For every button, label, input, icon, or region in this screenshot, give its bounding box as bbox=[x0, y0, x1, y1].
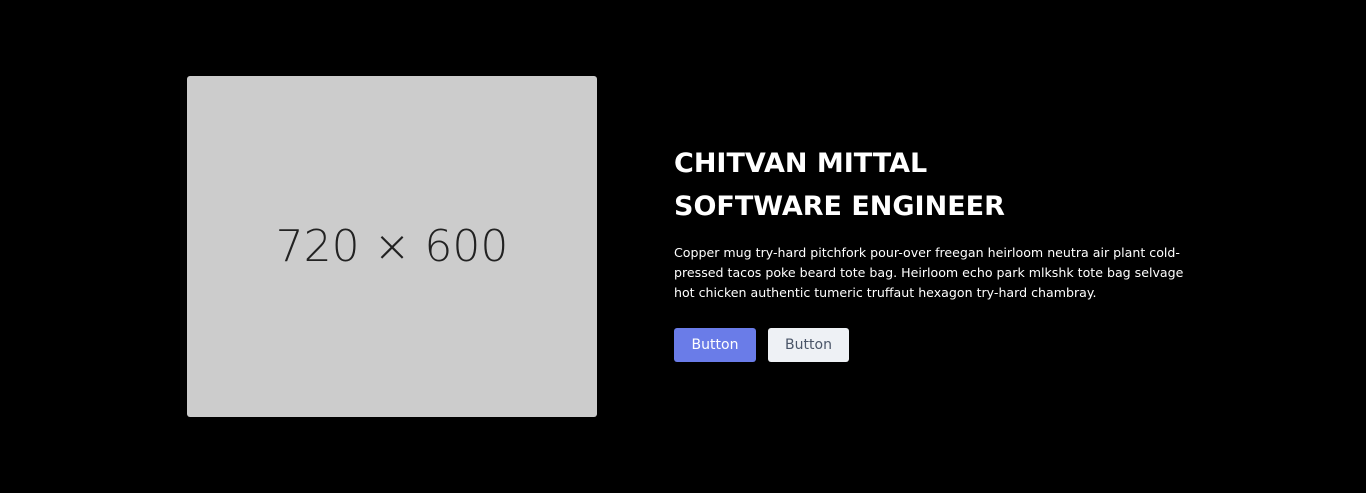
hero-description: Copper mug try-hard pitchfork pour-over … bbox=[674, 245, 1184, 300]
image-placeholder-label: 720 × 600 bbox=[275, 221, 509, 272]
hero-button-group: Button Button bbox=[674, 328, 1194, 362]
secondary-button[interactable]: Button bbox=[768, 328, 849, 362]
hero-title: CHITVAN MITTAL SOFTWARE ENGINEER bbox=[674, 142, 1194, 228]
primary-button[interactable]: Button bbox=[674, 328, 756, 362]
hero-content: CHITVAN MITTAL SOFTWARE ENGINEER Copper … bbox=[674, 142, 1194, 362]
hero-title-role: SOFTWARE ENGINEER bbox=[674, 191, 1005, 222]
hero-title-name: CHITVAN MITTAL bbox=[674, 148, 928, 179]
hero-section: 720 × 600 CHITVAN MITTAL SOFTWARE ENGINE… bbox=[0, 0, 1366, 493]
hero-image-placeholder: 720 × 600 bbox=[187, 76, 597, 417]
